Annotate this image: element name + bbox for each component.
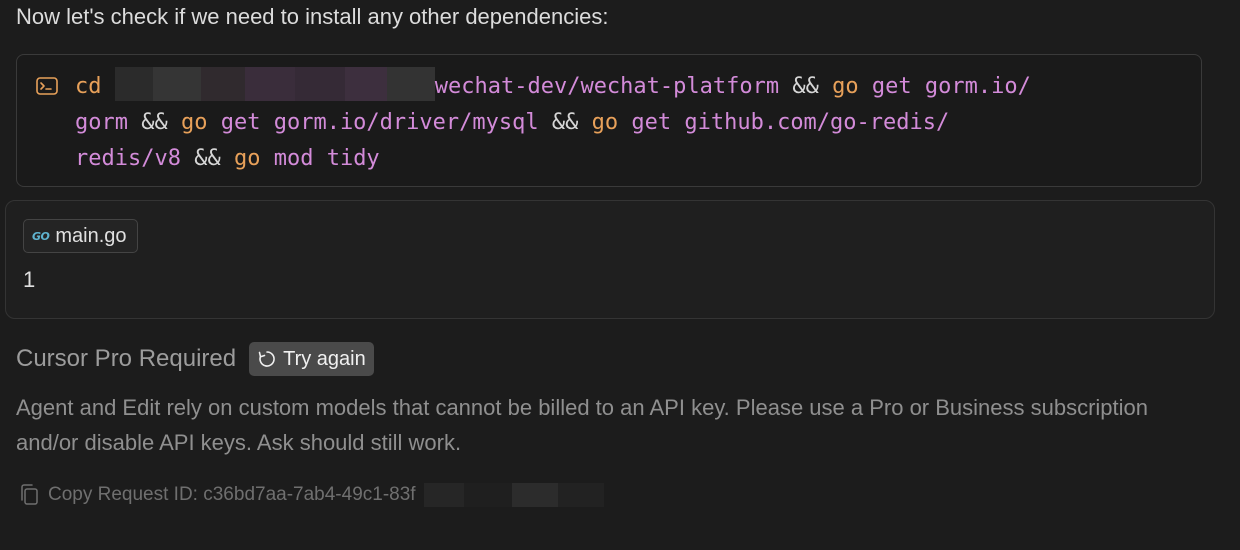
terminal-icon: [36, 77, 58, 95]
file-chip-main-go[interactable]: GO main.go: [23, 219, 138, 253]
redacted-path: [114, 67, 435, 101]
and-operator: &&: [551, 110, 579, 135]
and-operator: &&: [792, 74, 819, 99]
error-message: Agent and Edit rely on custom models tha…: [16, 395, 1149, 455]
cmd-cd: cd: [75, 74, 102, 99]
cmd-args: redis/v8: [75, 146, 181, 171]
go-file-icon: GO: [32, 229, 50, 243]
assistant-message: Now let's check if we need to install an…: [16, 4, 609, 29]
context-value: 1: [23, 267, 36, 292]
terminal-command-block[interactable]: cd wechat-dev/wechat-platform && go get …: [16, 54, 1202, 187]
cd-path: wechat-dev/wechat-platform: [434, 74, 780, 99]
command-text: cd wechat-dev/wechat-platform && go get …: [75, 67, 1031, 177]
cmd-args: get gorm.io/driver/mysql: [220, 110, 539, 135]
and-operator: &&: [141, 110, 168, 135]
chat-panel: Now let's check if we need to install an…: [0, 0, 1240, 550]
copy-request-id-label: Copy Request ID: c36bd7aa-7ab4-49c1-83f: [48, 484, 416, 505]
copy-request-id[interactable]: Copy Request ID: c36bd7aa-7ab4-49c1-83f: [18, 483, 604, 507]
cmd-go: go: [832, 74, 859, 99]
redacted-id: [423, 483, 604, 507]
file-name: main.go: [55, 224, 127, 247]
error-title: Cursor Pro Required: [16, 345, 237, 372]
cmd-args: get gorm.io/: [871, 74, 1031, 99]
cmd-go: go: [180, 110, 208, 135]
copy-icon: [21, 484, 38, 505]
and-operator: &&: [194, 146, 221, 171]
cmd-args: gorm: [75, 110, 128, 135]
cmd-args: get github.com/go-redis/: [631, 110, 950, 135]
error-header: Cursor Pro Required Try again: [16, 342, 374, 376]
cmd-go: go: [233, 146, 261, 171]
cmd-args: mod tidy: [273, 146, 380, 171]
file-context-block: GO main.go 1: [5, 200, 1215, 319]
try-again-label: Try again: [283, 347, 366, 370]
cmd-go: go: [591, 110, 619, 135]
try-again-button[interactable]: Try again: [249, 342, 374, 376]
refresh-icon: [258, 351, 275, 367]
